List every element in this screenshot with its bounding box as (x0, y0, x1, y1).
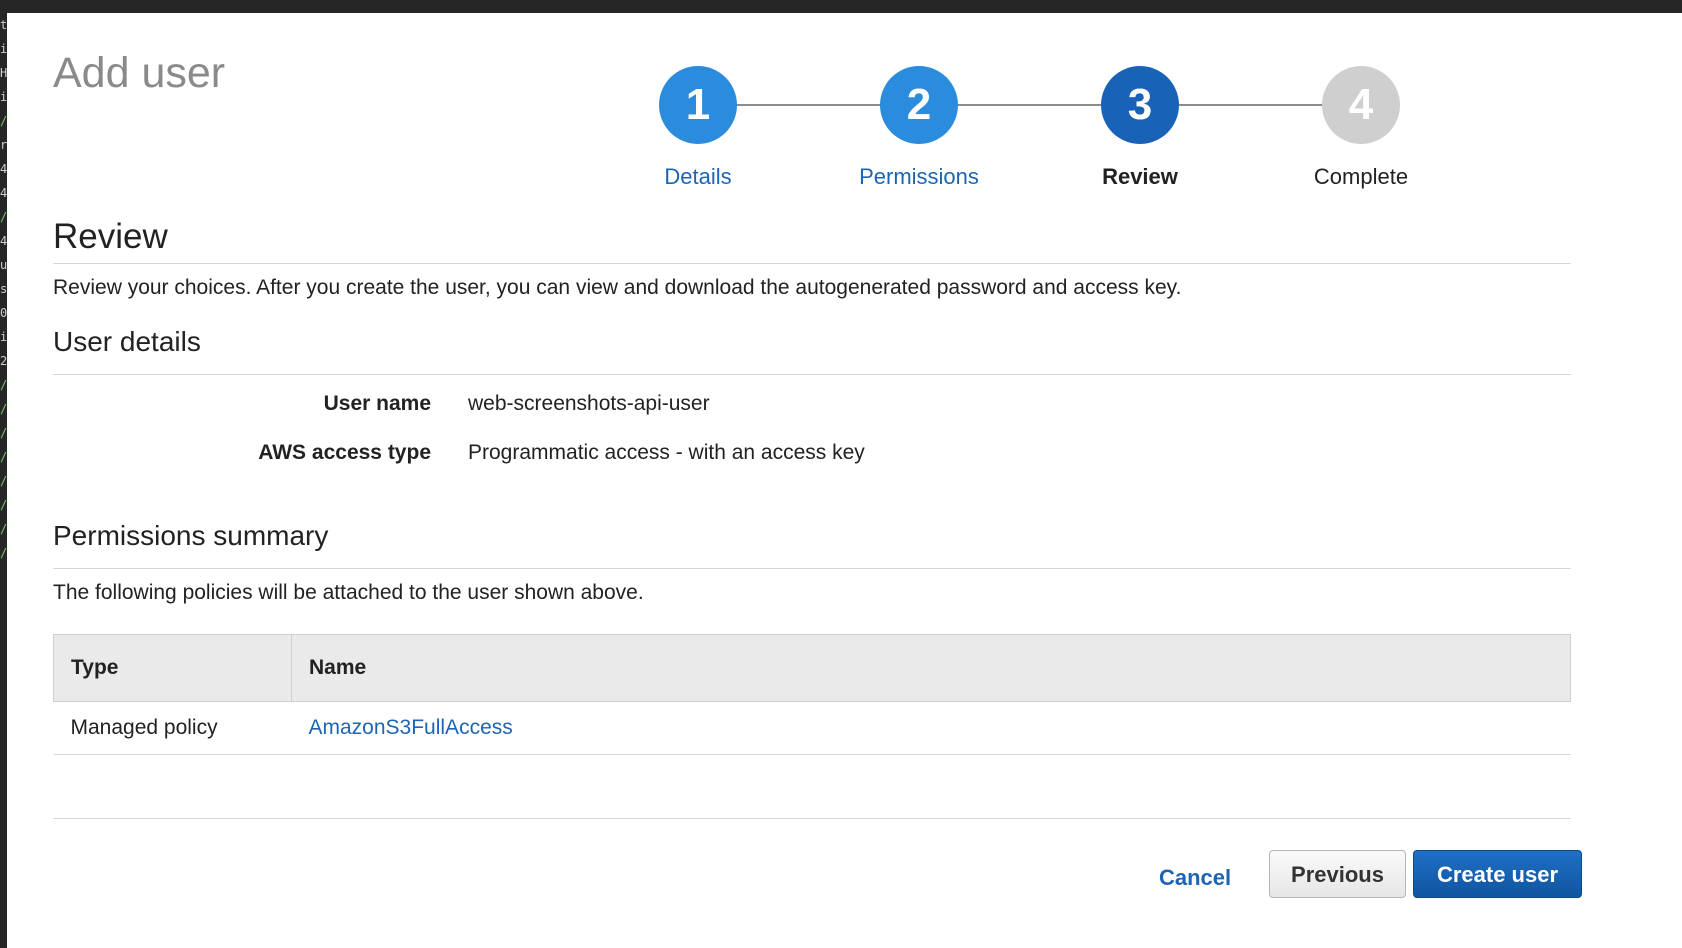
policies-table: Type Name Managed policy AmazonS3FullAcc… (53, 634, 1571, 755)
user-details-heading: User details (53, 326, 201, 357)
divider (53, 374, 1571, 375)
review-description: Review your choices. After you create th… (53, 276, 1182, 299)
create-user-button[interactable]: Create user (1413, 850, 1582, 898)
step-label: Permissions (859, 164, 979, 189)
window-top-strip (0, 0, 1682, 13)
step-review: 3 Review (1050, 66, 1230, 190)
footer-divider (53, 818, 1571, 819)
user-name-value: web-screenshots-api-user (468, 392, 710, 415)
step-label: Details (664, 164, 732, 189)
table-header-row: Type Name (53, 634, 1571, 702)
step-label: Complete (1313, 164, 1409, 189)
wizard-stepper: 1 Details 2 Permissions 3 Review 4 Compl… (7, 13, 1682, 203)
step-number-badge: 2 (880, 66, 958, 144)
column-header-type: Type (53, 634, 292, 702)
review-heading: Review (53, 217, 168, 256)
access-type-label: AWS access type (258, 441, 431, 464)
cancel-button[interactable]: Cancel (1159, 865, 1231, 891)
policy-type-cell: Managed policy (53, 701, 292, 755)
background-terminal-strip: tiH i / r 4 4/4 u s 0 i 2// / / / / / / (0, 13, 7, 948)
table-row: Managed policy AmazonS3FullAccess (53, 701, 1571, 755)
previous-button[interactable]: Previous (1269, 850, 1406, 898)
user-name-label: User name (323, 392, 431, 415)
step-complete: 4 Complete (1271, 66, 1451, 190)
step-number-badge: 3 (1101, 66, 1179, 144)
access-type-value: Programmatic access - with an access key (468, 441, 865, 464)
permissions-description: The following policies will be attached … (53, 581, 644, 604)
add-user-panel: Add user 1 Details 2 Permissions 3 Revie… (7, 13, 1682, 948)
step-number-badge: 4 (1322, 66, 1400, 144)
divider (53, 263, 1571, 264)
step-number-badge: 1 (659, 66, 737, 144)
permissions-summary-heading: Permissions summary (53, 520, 329, 551)
policy-link[interactable]: AmazonS3FullAccess (309, 716, 513, 739)
step-details[interactable]: 1 Details (608, 66, 788, 190)
policy-name-cell: AmazonS3FullAccess (291, 701, 1571, 755)
step-label: Review (1102, 164, 1178, 189)
column-header-name: Name (291, 634, 1571, 702)
divider (53, 568, 1571, 569)
step-permissions[interactable]: 2 Permissions (829, 66, 1009, 190)
